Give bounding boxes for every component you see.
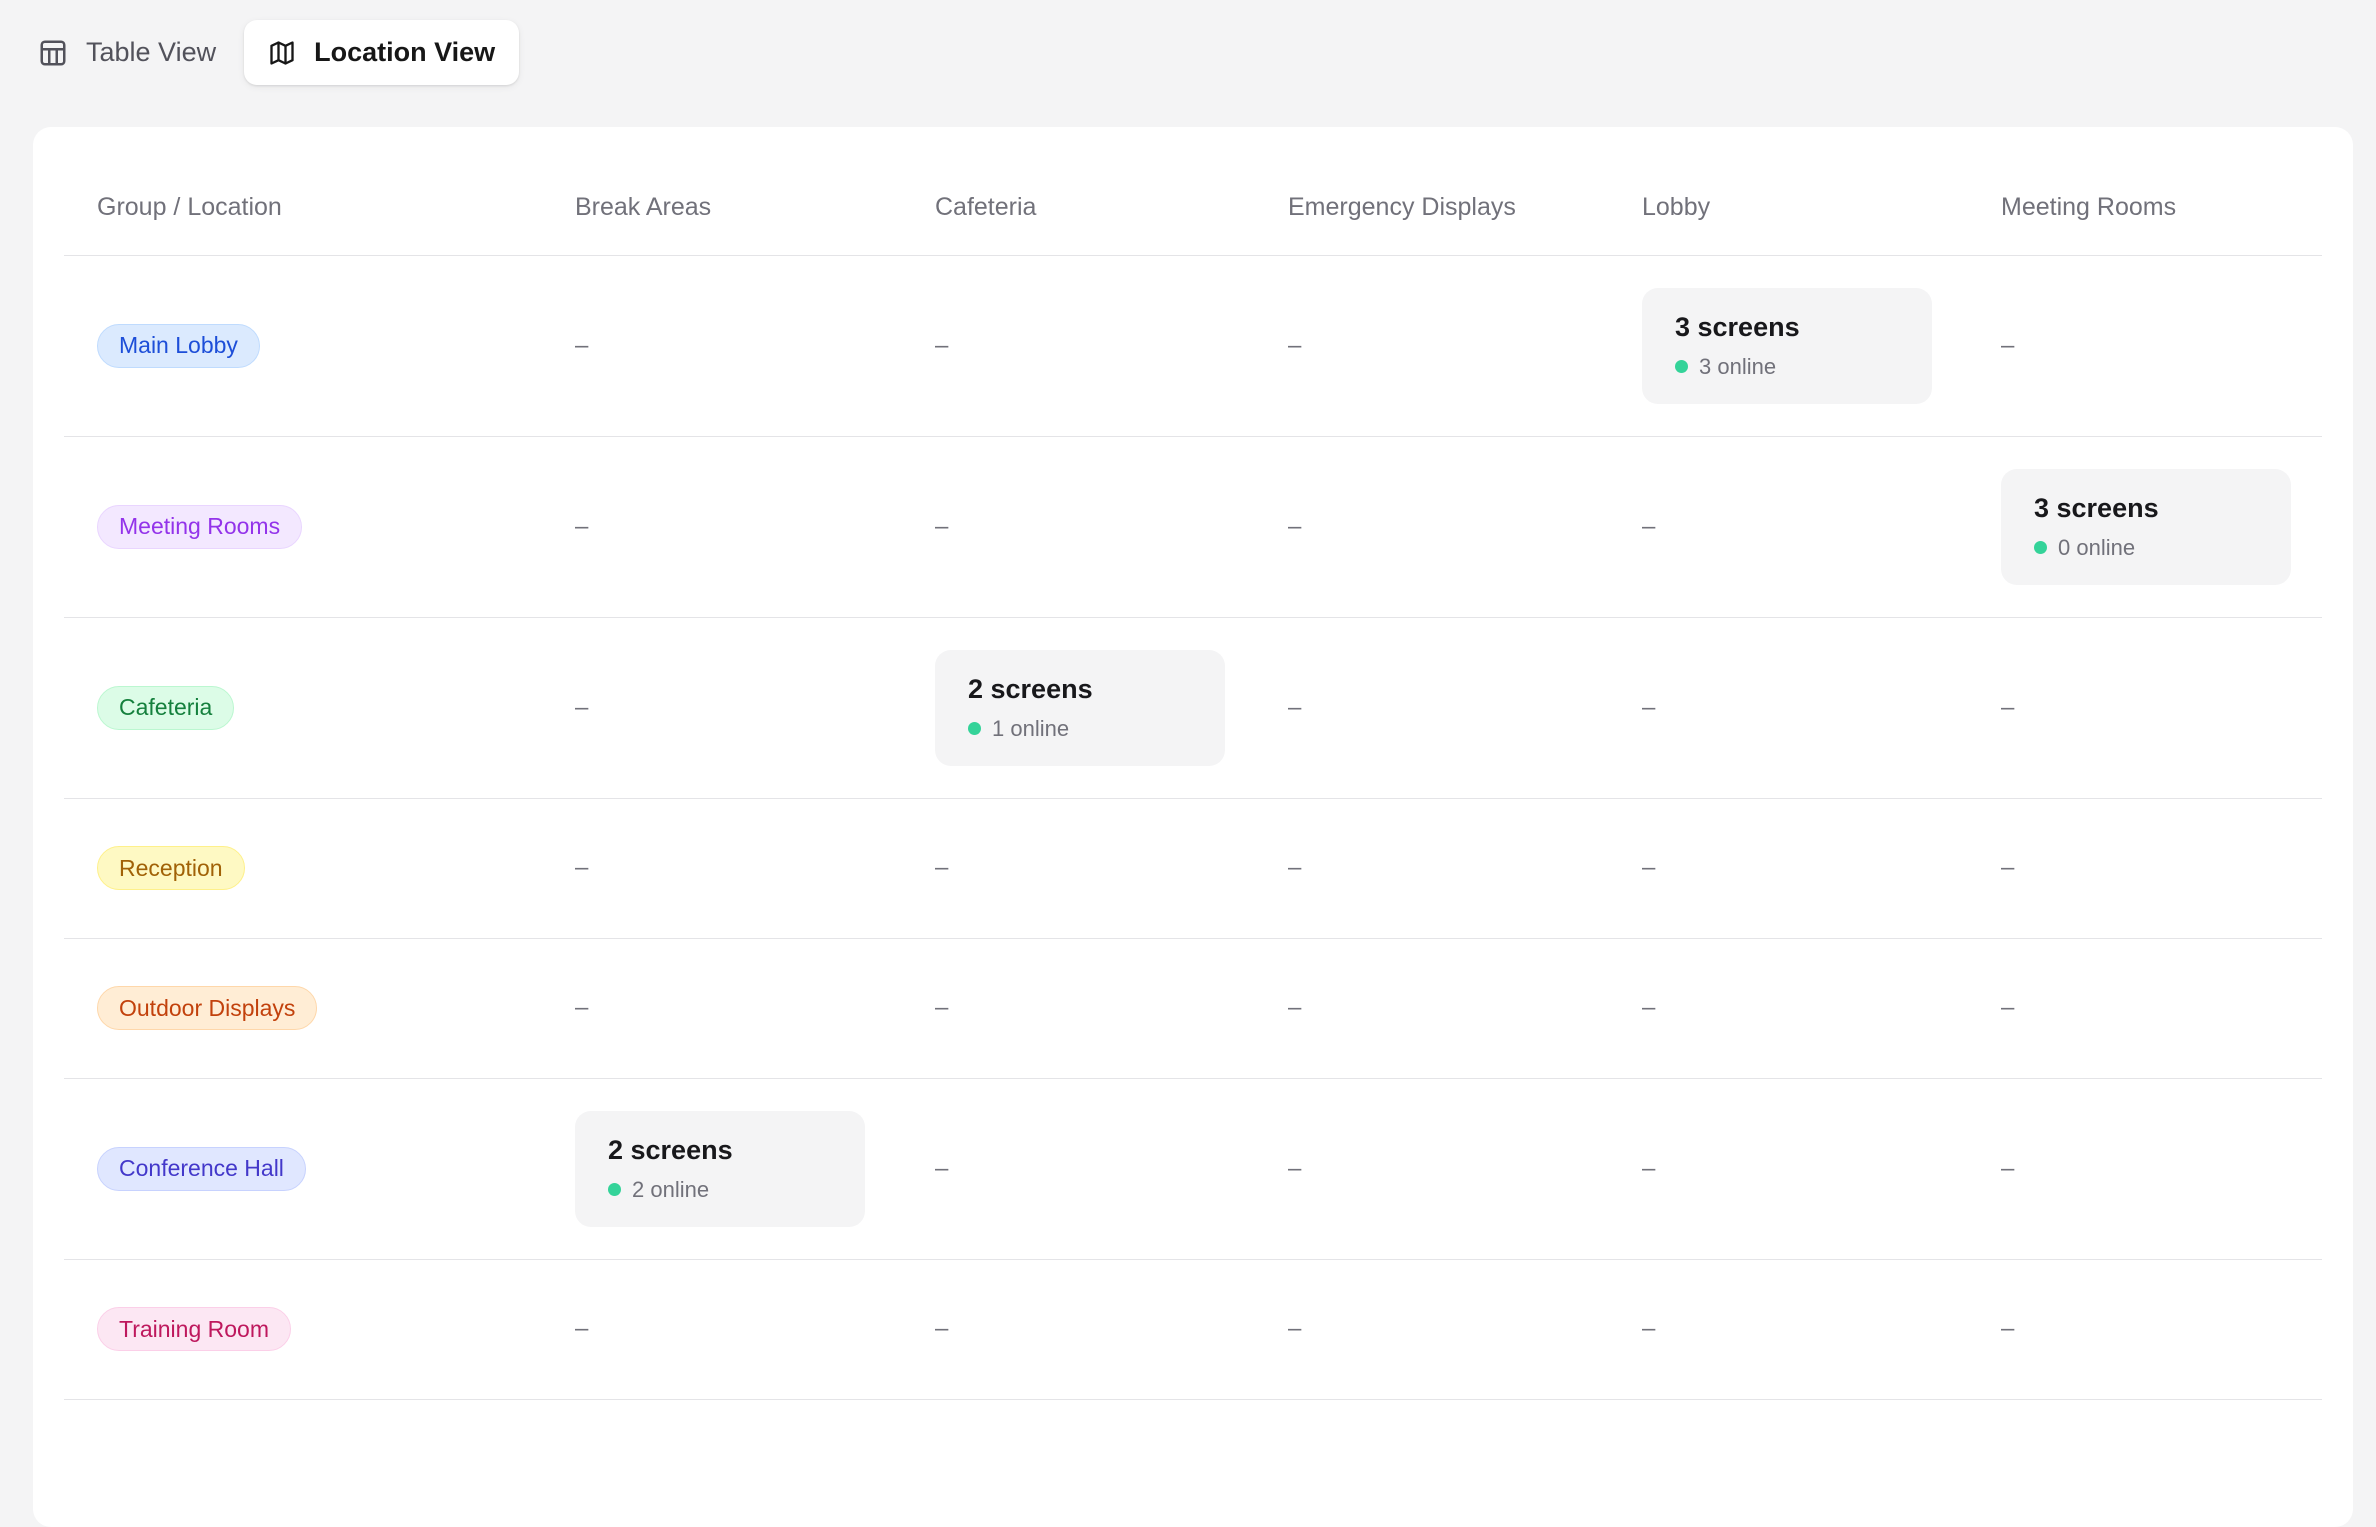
online-count: 0 online: [2058, 533, 2135, 563]
cell-empty: –: [2001, 332, 2014, 359]
cell-empty: –: [1642, 994, 1655, 1021]
location-matrix-table: Group / Location Break Areas Cafeteria E…: [64, 127, 2322, 1400]
cell-empty: –: [575, 854, 588, 881]
group-badge-conference-hall[interactable]: Conference Hall: [97, 1147, 306, 1191]
column-header-cafeteria: Cafeteria: [902, 127, 1255, 255]
map-icon: [268, 39, 296, 67]
cell-empty: –: [2001, 694, 2014, 721]
view-toggle: Table View Location View: [0, 0, 2376, 85]
screen-count: 3 screens: [1675, 308, 1900, 346]
cell-empty: –: [1642, 1315, 1655, 1342]
cell-empty: –: [935, 513, 948, 540]
cell-empty: –: [1288, 994, 1301, 1021]
cell-empty: –: [1288, 513, 1301, 540]
cell-empty: –: [935, 1315, 948, 1342]
screen-count-card[interactable]: 2 screens 2 online: [575, 1111, 865, 1227]
cell-empty: –: [575, 994, 588, 1021]
cell-empty: –: [2001, 1315, 2014, 1342]
cell-empty: –: [1642, 694, 1655, 721]
group-badge-main-lobby[interactable]: Main Lobby: [97, 324, 260, 368]
group-badge-outdoor-displays[interactable]: Outdoor Displays: [97, 986, 317, 1030]
cell-empty: –: [2001, 994, 2014, 1021]
table-icon: [38, 38, 68, 68]
cell-empty: –: [1642, 513, 1655, 540]
online-count: 3 online: [1699, 352, 1776, 382]
cell-empty: –: [1642, 854, 1655, 881]
cell-empty: –: [1288, 694, 1301, 721]
column-header-emergency-displays: Emergency Displays: [1255, 127, 1609, 255]
cell-empty: –: [935, 994, 948, 1021]
screen-count: 3 screens: [2034, 489, 2259, 527]
column-header-break-areas: Break Areas: [542, 127, 902, 255]
online-status-dot: [608, 1183, 621, 1196]
cell-empty: –: [575, 513, 588, 540]
tab-table-view-label: Table View: [86, 37, 216, 68]
column-header-meeting-rooms: Meeting Rooms: [1968, 127, 2322, 255]
cell-empty: –: [575, 694, 588, 721]
tab-table-view[interactable]: Table View: [14, 20, 240, 85]
table-row-conference-hall: Conference Hall 2 screens 2 online – – –…: [64, 1078, 2322, 1259]
cell-empty: –: [1288, 1155, 1301, 1182]
group-badge-cafeteria[interactable]: Cafeteria: [97, 686, 234, 730]
column-header-group-location: Group / Location: [64, 127, 542, 255]
group-badge-training-room[interactable]: Training Room: [97, 1307, 291, 1351]
column-header-lobby: Lobby: [1609, 127, 1968, 255]
cell-empty: –: [2001, 1155, 2014, 1182]
screen-count-card[interactable]: 3 screens 0 online: [2001, 469, 2291, 585]
header-row: Group / Location Break Areas Cafeteria E…: [64, 127, 2322, 255]
screen-count-card[interactable]: 2 screens 1 online: [935, 650, 1225, 766]
cell-empty: –: [1288, 854, 1301, 881]
cell-empty: –: [935, 854, 948, 881]
cell-empty: –: [935, 1155, 948, 1182]
online-status-dot: [1675, 360, 1688, 373]
online-count: 1 online: [992, 714, 1069, 744]
online-count: 2 online: [632, 1175, 709, 1205]
screen-count-card[interactable]: 3 screens 3 online: [1642, 288, 1932, 404]
group-badge-meeting-rooms[interactable]: Meeting Rooms: [97, 505, 302, 549]
screen-count: 2 screens: [968, 670, 1193, 708]
group-badge-reception[interactable]: Reception: [97, 846, 245, 890]
table-row-main-lobby: Main Lobby – – – 3 screens 3 online –: [64, 255, 2322, 436]
tab-location-view[interactable]: Location View: [244, 20, 519, 85]
table-row-reception: Reception – – – – –: [64, 798, 2322, 938]
location-matrix-panel: Group / Location Break Areas Cafeteria E…: [33, 127, 2353, 1527]
cell-empty: –: [2001, 854, 2014, 881]
online-status-dot: [968, 722, 981, 735]
tab-location-view-label: Location View: [314, 37, 495, 68]
table-row-training-room: Training Room – – – – –: [64, 1259, 2322, 1399]
cell-empty: –: [1288, 332, 1301, 359]
online-status-dot: [2034, 541, 2047, 554]
cell-empty: –: [935, 332, 948, 359]
table-row-cafeteria: Cafeteria – 2 screens 1 online – – –: [64, 617, 2322, 798]
cell-empty: –: [575, 1315, 588, 1342]
table-row-meeting-rooms: Meeting Rooms – – – – 3 screens 0 online: [64, 436, 2322, 617]
cell-empty: –: [1288, 1315, 1301, 1342]
table-row-outdoor-displays: Outdoor Displays – – – – –: [64, 938, 2322, 1078]
cell-empty: –: [1642, 1155, 1655, 1182]
cell-empty: –: [575, 332, 588, 359]
screen-count: 2 screens: [608, 1131, 833, 1169]
